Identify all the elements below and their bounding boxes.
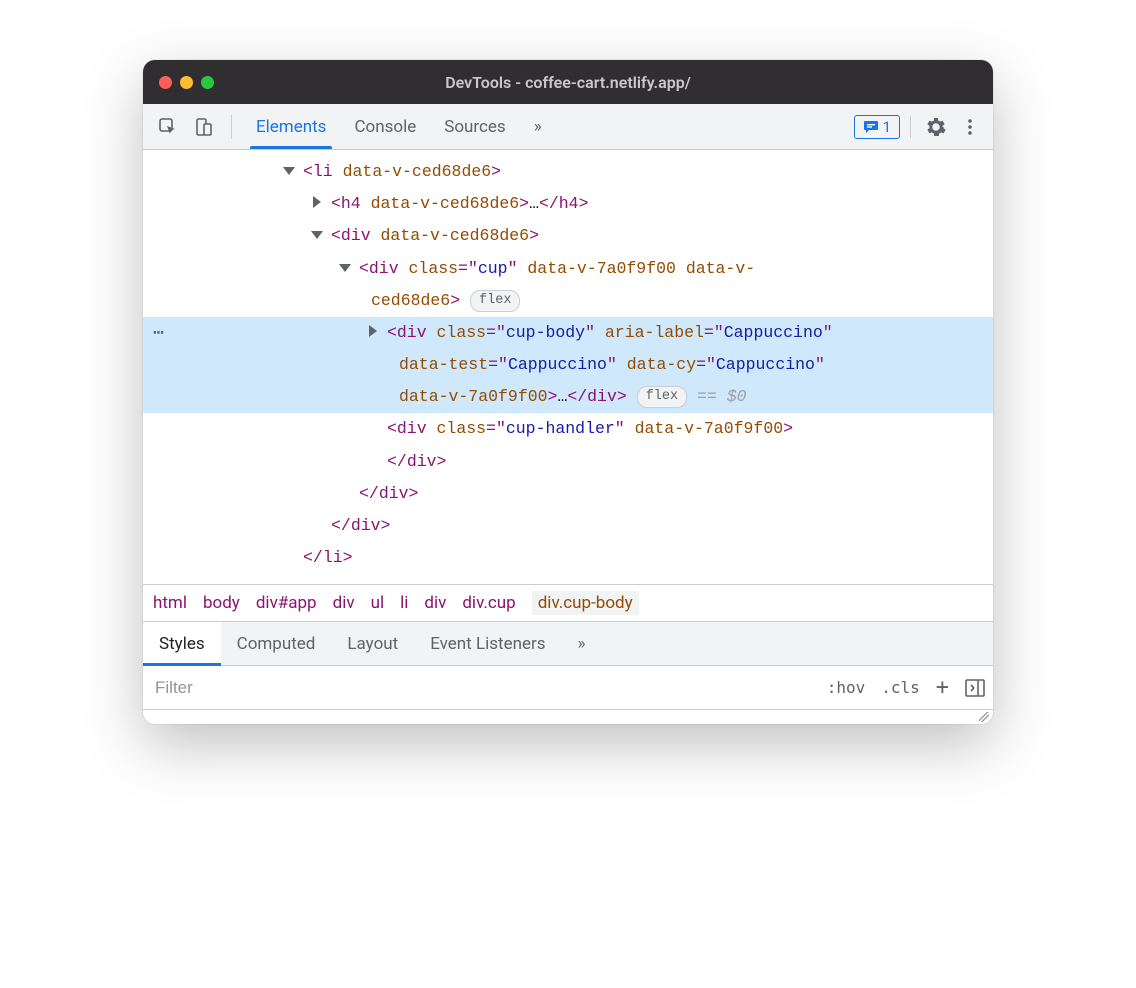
dom-node-div-1[interactable]: <div data-v-ced68de6> [143,220,993,252]
toggle-panel-icon[interactable] [957,679,993,697]
chevron-right-icon[interactable] [369,325,377,337]
close-window-button[interactable] [159,76,172,89]
tabs-overflow-button[interactable]: » [520,104,556,149]
devtools-window: DevTools - coffee-cart.netlify.app/ Elem… [143,60,993,724]
new-style-rule-button[interactable]: + [928,675,957,700]
dom-breadcrumb: html body div#app div ul li div div.cup … [143,584,993,622]
chevron-down-icon[interactable] [339,264,351,272]
window-title: DevTools - coffee-cart.netlify.app/ [445,73,691,92]
crumb-li[interactable]: li [400,593,408,613]
tab-computed[interactable]: Computed [221,622,332,665]
dom-node-div-cup[interactable]: <div class="cup" data-v-7a0f9f00 data-v- [143,253,993,285]
crumb-div-cup-body[interactable]: div.cup-body [532,591,639,615]
crumb-html[interactable]: html [153,593,187,613]
toggle-hov-button[interactable]: :hov [819,678,874,697]
console-reference: == $0 [697,387,747,406]
dom-node-li-close[interactable]: </li> [143,542,993,574]
chevron-down-icon[interactable] [311,231,323,239]
dom-node-div-cup-handler-close[interactable]: </div> [143,446,993,478]
tab-elements[interactable]: Elements [242,104,340,149]
tab-layout[interactable]: Layout [331,622,414,665]
crumb-div[interactable]: div [333,593,355,613]
dom-node-div-1-close[interactable]: </div> [143,510,993,542]
main-toolbar: Elements Console Sources » 1 [143,104,993,150]
chevron-right-icon[interactable] [313,196,321,208]
flex-badge[interactable]: flex [470,290,520,312]
crumb-div2[interactable]: div [424,593,446,613]
tab-styles[interactable]: Styles [143,622,221,665]
crumb-body[interactable]: body [203,593,240,613]
chevron-down-icon[interactable] [283,167,295,175]
panel-tabs: Elements Console Sources » [242,104,556,149]
device-toolbar-icon[interactable] [189,112,219,142]
maximize-window-button[interactable] [201,76,214,89]
ellipsis-icon[interactable]: ⋯ [153,317,165,352]
issues-count: 1 [883,118,891,136]
dom-node-h4[interactable]: <h4 data-v-ced68de6>…</h4> [143,188,993,220]
settings-icon[interactable] [921,112,951,142]
tab-sources[interactable]: Sources [430,104,519,149]
elements-tree[interactable]: <li data-v-ced68de6> <h4 data-v-ced68de6… [143,150,993,584]
styles-tabs-overflow[interactable]: » [562,622,602,665]
styles-filter-row: :hov .cls + [143,666,993,710]
toggle-cls-button[interactable]: .cls [873,678,928,697]
dom-node-selected[interactable]: ⋯ <div class="cup-body" aria-label="Capp… [143,317,993,414]
crumb-ul[interactable]: ul [371,593,385,613]
inspect-element-icon[interactable] [153,112,183,142]
titlebar: DevTools - coffee-cart.netlify.app/ [143,60,993,104]
dom-node-li[interactable]: <li data-v-ced68de6> [143,156,993,188]
dom-node-div-cup-cont[interactable]: ced68de6> flex [143,285,993,317]
resize-handle[interactable] [143,710,993,724]
more-options-icon[interactable] [955,112,985,142]
flex-badge[interactable]: flex [637,386,687,408]
minimize-window-button[interactable] [180,76,193,89]
crumb-div-app[interactable]: div#app [256,593,317,613]
dom-node-div-cup-handler[interactable]: <div class="cup-handler" data-v-7a0f9f00… [143,413,993,445]
styles-filter-input[interactable] [143,678,819,698]
tab-event-listeners[interactable]: Event Listeners [414,622,561,665]
chat-icon [863,120,879,134]
issues-badge[interactable]: 1 [854,115,900,139]
dom-node-div-cup-close[interactable]: </div> [143,478,993,510]
styles-panel-tabs: Styles Computed Layout Event Listeners » [143,622,993,666]
crumb-div-cup[interactable]: div.cup [462,593,515,613]
traffic-lights [159,76,214,89]
tab-console[interactable]: Console [340,104,430,149]
